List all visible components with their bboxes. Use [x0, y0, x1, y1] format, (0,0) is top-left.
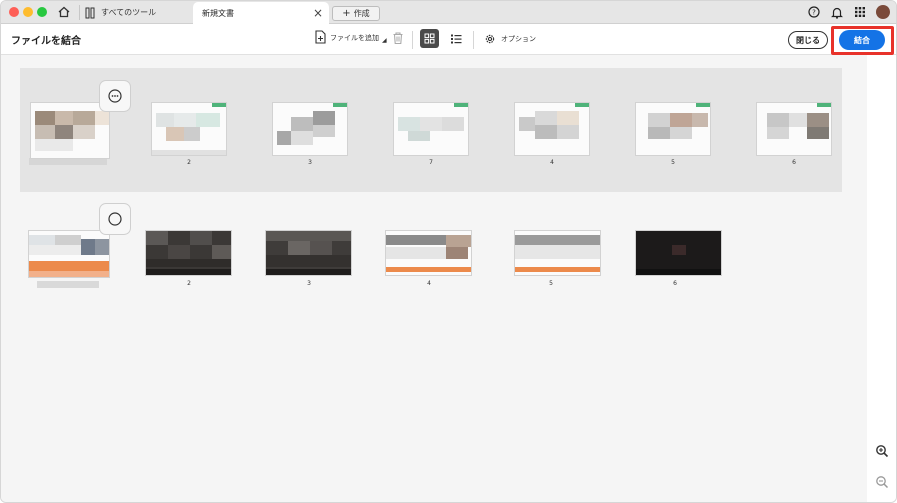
page-thumbnail[interactable] [273, 103, 347, 155]
add-files-label: ファイルを追加 [330, 33, 379, 42]
grid-view-button[interactable] [420, 29, 439, 48]
home-icon[interactable] [57, 5, 71, 19]
page-number: 3 [307, 280, 311, 287]
trash-icon[interactable] [391, 31, 405, 45]
toolbar-divider [412, 31, 413, 49]
dropdown-corner-icon: ◢ [382, 37, 387, 44]
options-label: オプション [501, 35, 536, 43]
page-thumbnail[interactable] [757, 103, 831, 155]
close-button[interactable]: 閉じる [788, 31, 828, 49]
page-number: 7 [429, 159, 433, 166]
options-button[interactable]: オプション [484, 33, 536, 45]
tab-all-tools-label: すべてのツール [101, 8, 157, 17]
add-files-button[interactable]: ファイルを追加 ◢ [315, 30, 387, 45]
tab-new-document[interactable]: 新規文書 × [193, 2, 329, 24]
more-icon [108, 89, 122, 103]
apps-grid-icon[interactable] [853, 5, 867, 19]
page-number: 3 [308, 159, 312, 166]
page-thumbnail[interactable] [636, 103, 710, 155]
tab-all-tools[interactable]: すべてのツール [85, 1, 156, 24]
close-tab-icon[interactable]: × [311, 6, 325, 20]
zoom-out-icon[interactable] [875, 475, 889, 489]
app-window: すべてのツール 新規文書 × + 作成 ? ファイルを結合 ファイルを追加 ◢ … [0, 0, 897, 503]
list-view-icon[interactable] [449, 32, 463, 46]
page-number: 6 [673, 280, 677, 287]
more-icon [108, 212, 122, 226]
plus-icon: + [342, 8, 351, 19]
toolbar-divider [473, 31, 474, 49]
user-avatar[interactable] [876, 5, 890, 19]
bell-icon[interactable] [830, 5, 844, 19]
page-thumbnail[interactable] [515, 231, 600, 275]
window-minimize-dot[interactable] [23, 7, 33, 17]
page-number: 6 [792, 159, 796, 166]
page-thumbnail[interactable] [636, 231, 721, 275]
page-thumbnail[interactable] [152, 103, 226, 155]
page-number: 2 [187, 159, 191, 166]
page-number: 4 [427, 280, 431, 287]
right-panel [867, 55, 896, 502]
create-tab-label: 作成 [353, 9, 370, 18]
more-options-button[interactable] [100, 204, 130, 234]
file-cover-thumbnail[interactable] [31, 103, 109, 158]
page-thumbnail[interactable] [266, 231, 351, 275]
tools-icon [85, 7, 95, 18]
window-close-dot[interactable] [9, 7, 19, 17]
add-file-icon [315, 30, 326, 44]
page-thumbnail[interactable] [386, 231, 471, 275]
grid-view-icon [424, 33, 435, 44]
title-bar: すべてのツール 新規文書 × + 作成 ? [1, 1, 896, 24]
page-number: 5 [671, 159, 675, 166]
page-thumbnail[interactable] [394, 103, 468, 155]
zoom-in-icon[interactable] [875, 444, 889, 458]
tab-divider [79, 5, 80, 20]
create-tab-button[interactable]: + 作成 [332, 6, 380, 21]
titlebar-right-icons: ? [807, 5, 890, 19]
toolbar: ファイルを結合 ファイルを追加 ◢ オプション 閉じる 結合 [1, 24, 896, 55]
page-number: 5 [549, 280, 553, 287]
page-thumbnail[interactable] [515, 103, 589, 155]
page-title: ファイルを結合 [11, 36, 81, 47]
svg-text:?: ? [812, 9, 816, 17]
window-zoom-dot[interactable] [37, 7, 47, 17]
page-number: 4 [550, 159, 554, 166]
page-thumbnail[interactable] [146, 231, 231, 275]
gear-icon [485, 34, 495, 44]
file-name-label [37, 281, 99, 288]
tab-new-document-label: 新規文書 [202, 8, 234, 18]
more-options-button[interactable] [100, 81, 130, 111]
help-icon[interactable]: ? [807, 5, 821, 19]
combine-button-highlight [831, 26, 894, 55]
file-name-label [29, 158, 107, 165]
file-cover-thumbnail[interactable] [29, 231, 109, 277]
page-number: 2 [187, 280, 191, 287]
